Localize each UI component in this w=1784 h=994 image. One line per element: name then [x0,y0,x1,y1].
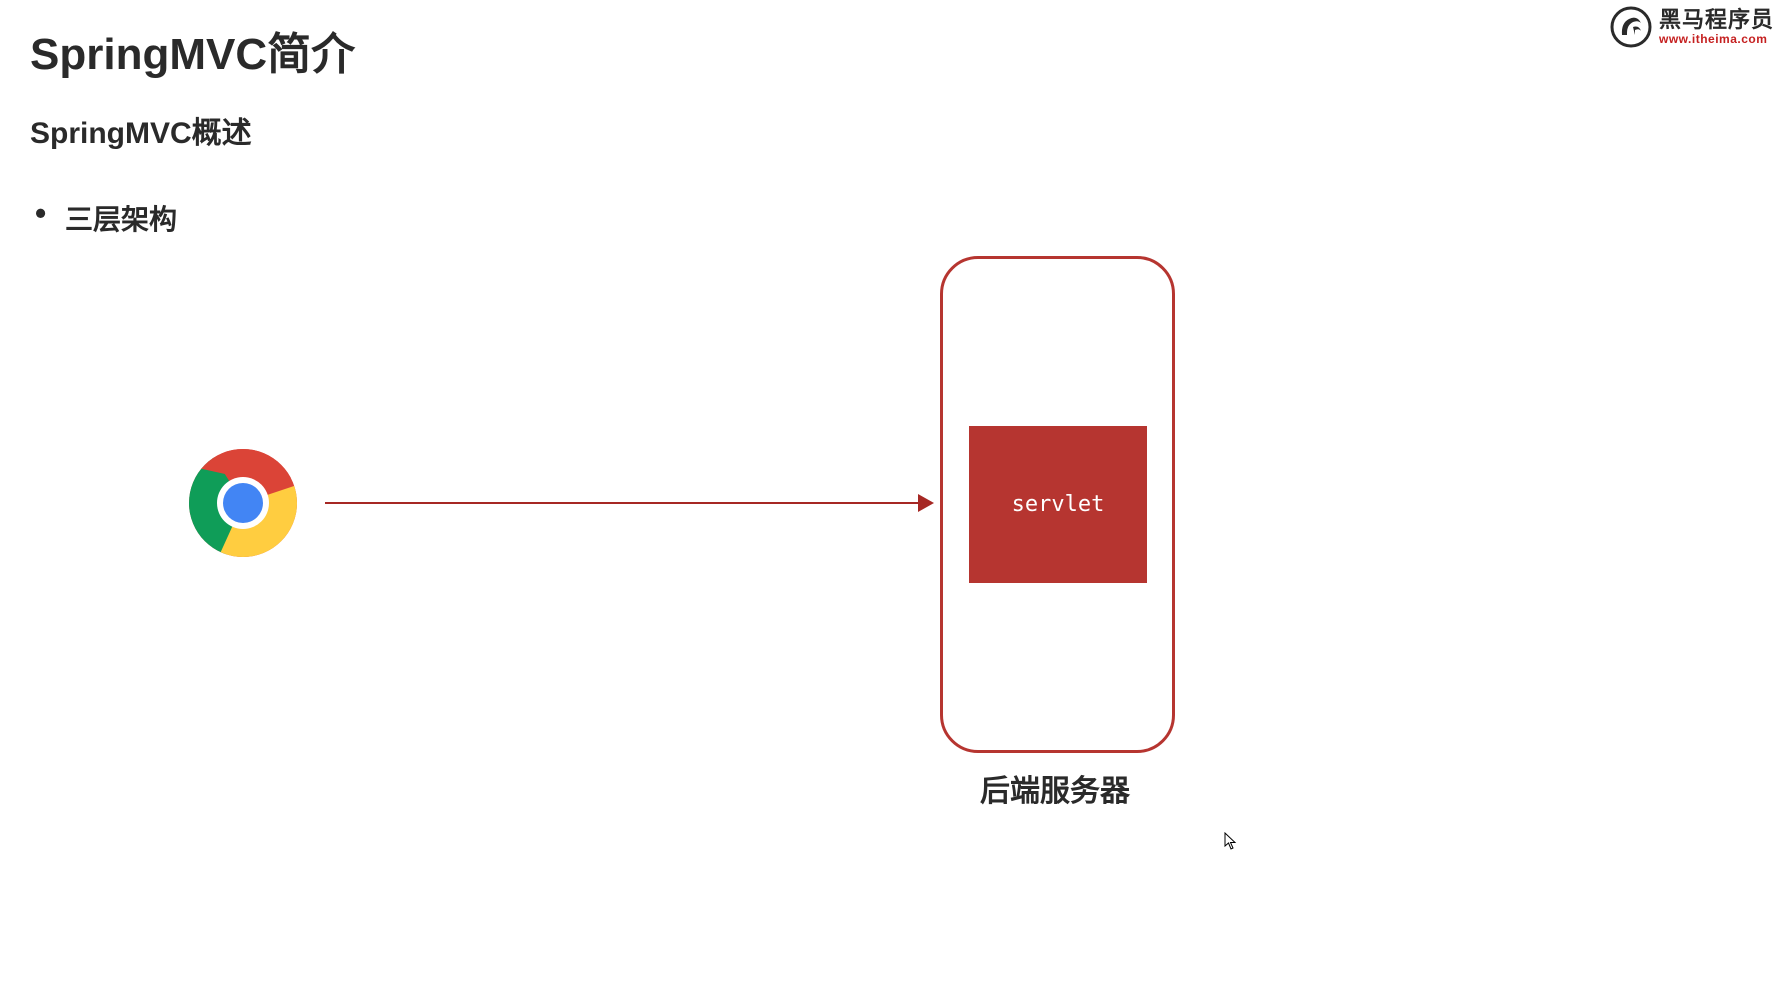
brand-url: www.itheima.com [1659,33,1774,46]
servlet-label: servlet [1012,492,1105,517]
backend-server-label: 后端服务器 [980,766,1130,810]
page-subtitle: SpringMVC概述 [30,108,252,152]
chrome-browser-icon [188,448,298,558]
bullet-list: 三层架构 [30,198,177,238]
request-arrow-line [325,502,930,504]
bullet-item: 三层架构 [30,198,177,238]
servlet-box: servlet [969,426,1147,583]
itheima-logo-icon [1609,5,1653,49]
mouse-cursor-icon [1224,832,1238,850]
architecture-diagram: servlet 后端服务器 [0,250,1784,850]
page-title: SpringMVC简介 [30,18,355,82]
brand-name: 黑马程序员 [1659,8,1774,32]
brand-logo: 黑马程序员 www.itheima.com [1609,5,1774,49]
request-arrow-head [918,494,934,512]
